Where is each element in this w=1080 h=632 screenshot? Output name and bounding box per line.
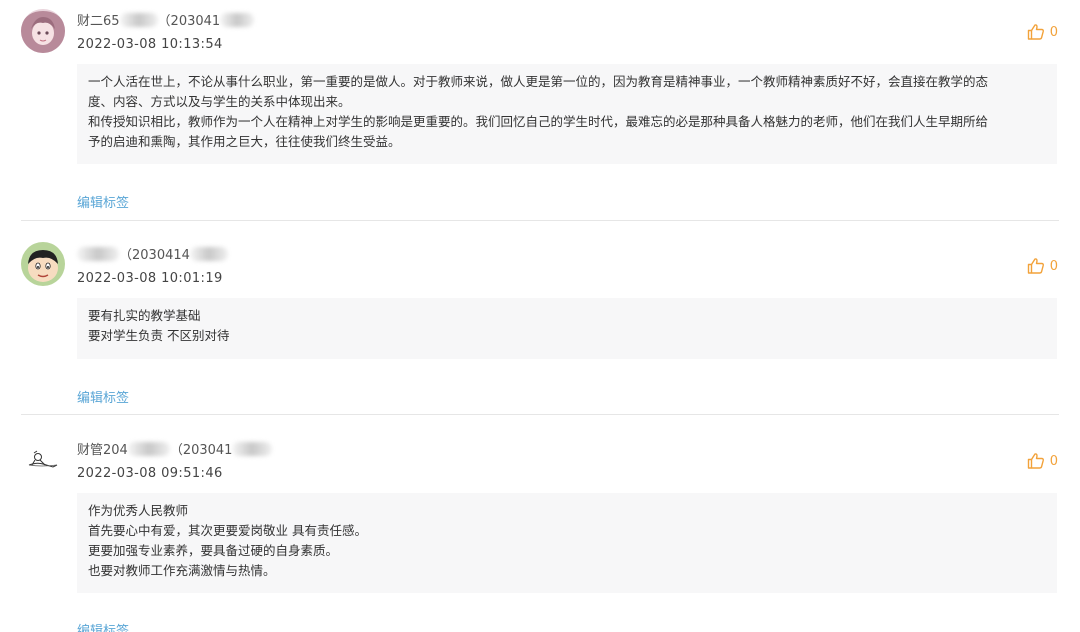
content-line: 也要对教师工作充满激情与热情。 xyxy=(88,563,276,578)
edit-tag-link[interactable]: 编辑标签 xyxy=(77,192,129,211)
redacted-mask xyxy=(220,13,255,27)
comment-content: 作为优秀人民教师 首先要心中有爱，其次更要爱岗敬业 具有责任感。 更要加强专业素… xyxy=(77,493,1057,593)
sketch-figure-avatar-icon xyxy=(21,438,65,482)
user-name-prefix: 财二65 xyxy=(77,14,120,29)
like-count: 0 xyxy=(1049,24,1058,40)
content-line: 要对学生负责 不区别对待 xyxy=(88,328,230,343)
user-name-line: 财管204 （203041 xyxy=(77,439,273,458)
comment-content: 一个人活在世上，不论从事什么职业，第一重要的是做人。对于教师来说，做人更是第一位… xyxy=(77,64,1057,164)
user-avatar[interactable] xyxy=(21,242,65,286)
edit-tag-link[interactable]: 编辑标签 xyxy=(77,620,129,632)
content-line: 要有扎实的教学基础 xyxy=(88,308,201,323)
redacted-mask xyxy=(119,13,158,27)
content-line: 予的启迪和熏陶，其作用之巨大，往往使我们终生受益。 xyxy=(88,134,401,149)
redacted-mask xyxy=(232,442,273,456)
user-id: （203041 xyxy=(157,14,221,29)
divider xyxy=(21,414,1059,415)
user-id: （203041 xyxy=(169,443,233,458)
like-count: 0 xyxy=(1049,258,1058,274)
like-button[interactable]: 0 xyxy=(1027,452,1058,470)
like-button[interactable]: 0 xyxy=(1027,257,1058,275)
redacted-mask xyxy=(189,247,228,261)
content-line: 一个人活在世上，不论从事什么职业，第一重要的是做人。对于教师来说，做人更是第一位… xyxy=(88,74,989,89)
thumbs-up-icon xyxy=(1027,24,1044,40)
user-avatar[interactable] xyxy=(21,9,65,53)
user-name-prefix: 财管204 xyxy=(77,443,128,458)
content-line: 更要加强专业素养，要具备过硬的自身素质。 xyxy=(88,543,339,558)
content-line: 作为优秀人民教师 xyxy=(88,503,189,518)
divider xyxy=(21,220,1059,221)
like-count: 0 xyxy=(1049,453,1058,469)
redacted-mask xyxy=(77,247,119,261)
comment-content: 要有扎实的教学基础 要对学生负责 不区别对待 xyxy=(77,298,1057,359)
user-name-line: （2030414 xyxy=(77,244,228,263)
thumbs-up-icon xyxy=(1027,453,1044,469)
content-line: 度、内容、方式以及与学生的关系中体现出来。 xyxy=(88,94,351,109)
cartoon-boy-avatar-icon xyxy=(21,242,65,286)
redacted-mask xyxy=(127,442,170,456)
thumbs-up-icon xyxy=(1027,258,1044,274)
comment-timestamp: 2022-03-08 10:13:54 xyxy=(77,37,223,52)
comment-timestamp: 2022-03-08 10:01:19 xyxy=(77,271,223,286)
edit-tag-link[interactable]: 编辑标签 xyxy=(77,387,129,406)
user-id: （2030414 xyxy=(119,248,190,263)
user-name-line: 财二65 （203041 xyxy=(77,10,255,29)
content-line: 和传授知识相比，教师作为一个人在精神上对学生的影响是更重要的。我们回忆自己的学生… xyxy=(88,114,989,129)
comment-feed: 财二65 （203041 2022-03-08 10:13:54 0 一个人活在世… xyxy=(0,0,1080,632)
content-line: 首先要心中有爱，其次更要爱岗敬业 具有责任感。 xyxy=(88,523,367,538)
anime-girl-avatar-icon xyxy=(21,9,65,53)
like-button[interactable]: 0 xyxy=(1027,23,1058,41)
comment-timestamp: 2022-03-08 09:51:46 xyxy=(77,466,223,481)
user-avatar[interactable] xyxy=(21,438,65,482)
